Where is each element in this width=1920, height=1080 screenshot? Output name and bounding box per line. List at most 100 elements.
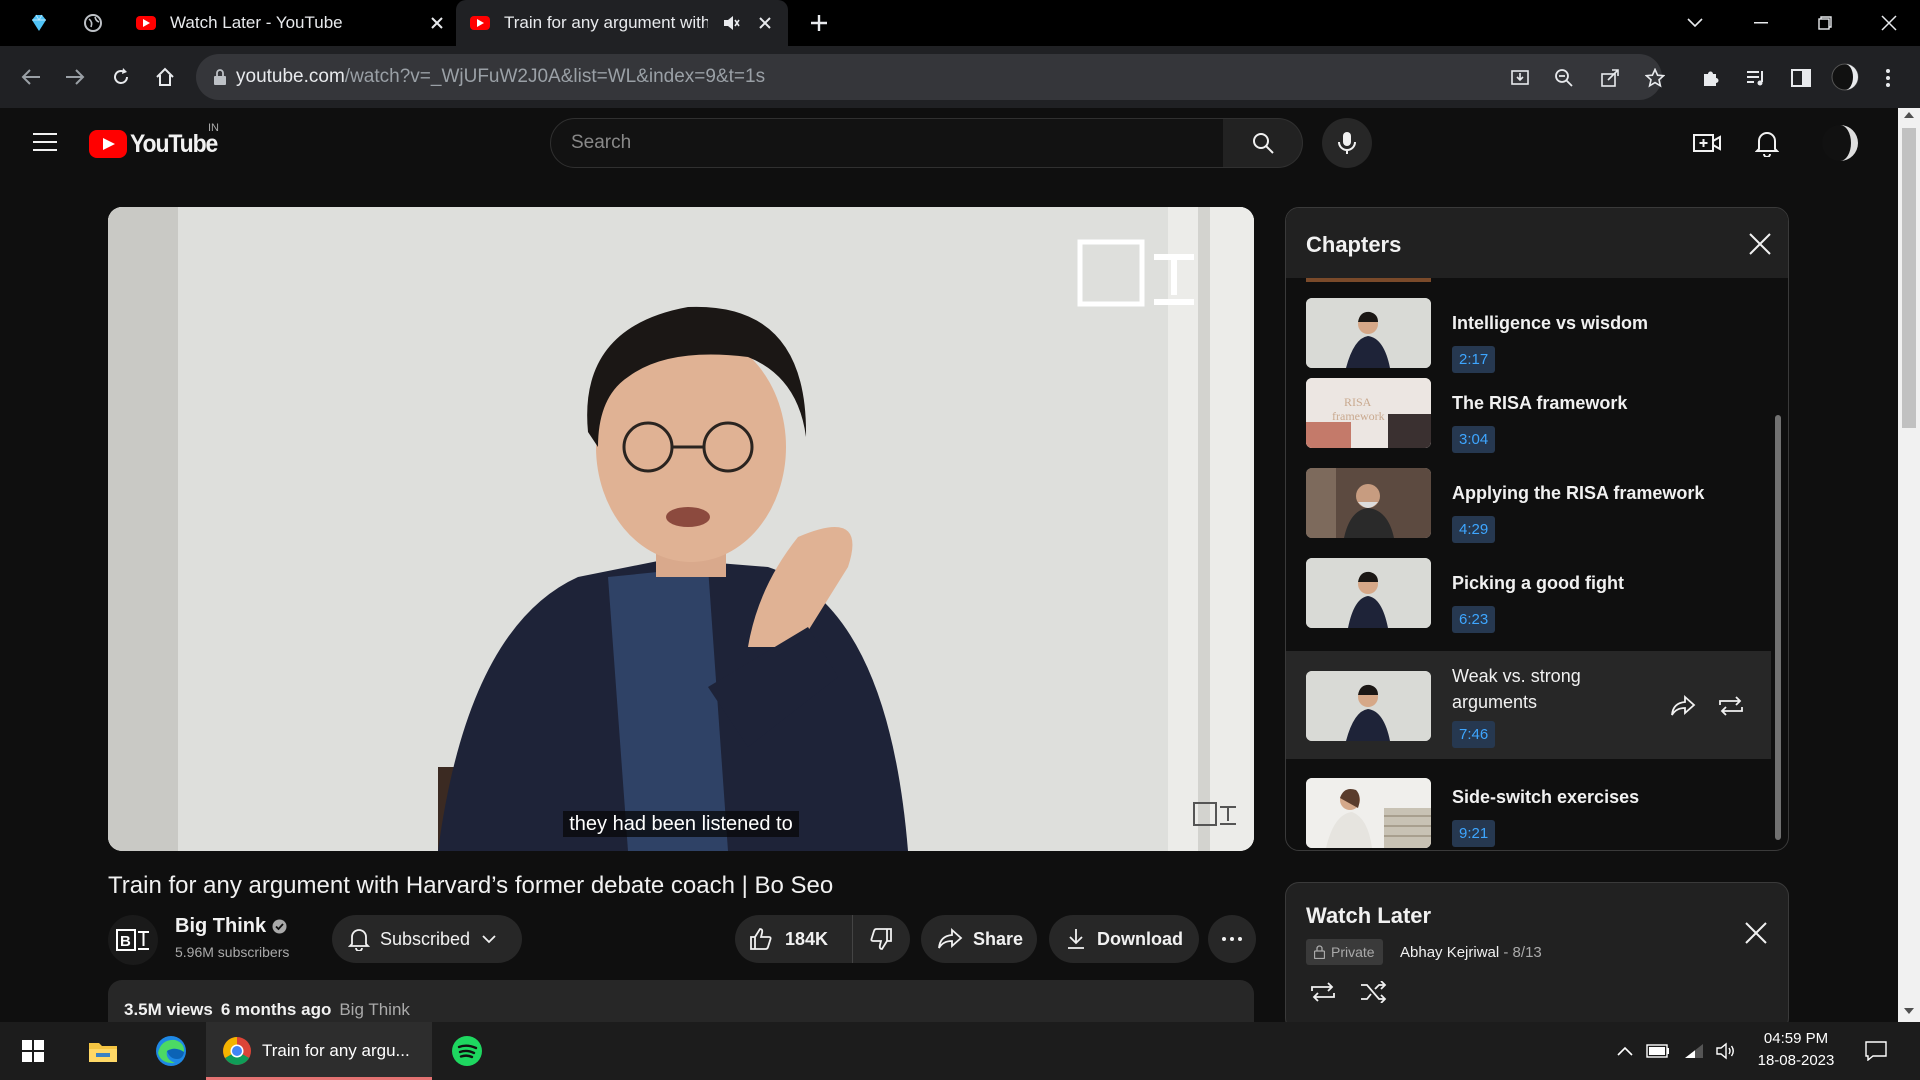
search-box[interactable] (550, 118, 1224, 168)
loop-playlist-icon[interactable] (1306, 977, 1340, 1007)
search-input[interactable] (571, 132, 1171, 154)
edge-taskbar-icon[interactable] (148, 1022, 194, 1080)
side-panel-icon[interactable] (1787, 64, 1815, 92)
chapter-item[interactable]: Side-switch exercises 9:21 (1286, 770, 1771, 850)
close-watch-later-icon[interactable] (1742, 919, 1770, 947)
close-tab-icon[interactable] (754, 12, 776, 34)
wifi-icon[interactable] (1680, 1038, 1708, 1064)
privacy-badge: Private (1306, 939, 1383, 965)
lock-icon[interactable] (212, 68, 228, 86)
verified-check-icon (272, 919, 287, 934)
tab-search-chevron-icon[interactable] (1682, 10, 1708, 36)
globe-tab-icon[interactable] (80, 10, 106, 36)
playlist-owner: Abhay Kejriwal - 8/13 (1400, 944, 1542, 961)
chapter-partial-strip (1306, 278, 1431, 282)
subscribed-button[interactable]: Subscribed (332, 915, 522, 963)
search-button[interactable] (1223, 118, 1303, 168)
close-window-icon[interactable] (1876, 10, 1902, 36)
channel-avatar[interactable]: B (108, 915, 158, 965)
restore-window-icon[interactable] (1812, 10, 1838, 36)
chapter-thumbnail (1306, 468, 1431, 538)
scroll-down-arrow-icon[interactable] (1904, 1008, 1914, 1014)
share-chapter-icon[interactable] (1668, 691, 1698, 721)
chapter-thumbnail: RISA framework (1306, 378, 1431, 448)
chapter-item-active[interactable]: Weak vs. strong arguments 7:46 (1286, 651, 1771, 759)
start-button[interactable] (10, 1022, 56, 1080)
account-avatar[interactable] (1820, 123, 1860, 163)
youtube-favicon-icon (136, 16, 156, 30)
upload-age: 6 months ago (220, 1000, 332, 1019)
browser-menu-icon[interactable] (1874, 64, 1902, 92)
forward-arrow-icon[interactable] (60, 62, 90, 92)
muted-speaker-icon[interactable] (716, 12, 746, 34)
notification-center-icon[interactable] (1860, 1036, 1892, 1066)
chapters-header: Chapters (1286, 208, 1788, 278)
like-dislike-group: 184K (735, 915, 910, 963)
loop-chapter-icon[interactable] (1716, 691, 1746, 721)
subscriber-count: 5.96M subscribers (175, 944, 290, 960)
shuffle-playlist-icon[interactable] (1356, 977, 1390, 1007)
svg-text:B: B (120, 933, 131, 950)
share-page-icon[interactable] (1596, 64, 1624, 92)
chapter-item[interactable]: Intelligence vs wisdom 2:17 (1286, 288, 1771, 378)
voice-search-button[interactable] (1322, 118, 1372, 168)
watch-later-heading[interactable]: Watch Later (1306, 903, 1431, 929)
lock-icon (1314, 945, 1325, 959)
install-app-icon[interactable] (1506, 64, 1534, 92)
description-channel: Big Think (339, 1000, 410, 1019)
chapter-item[interactable]: Picking a good fight 6:23 (1286, 558, 1771, 648)
reload-icon[interactable] (106, 62, 136, 92)
video-player[interactable]: they had been listened to (108, 207, 1254, 851)
back-arrow-icon[interactable] (16, 62, 46, 92)
youtube-favicon-icon (470, 16, 490, 30)
spotify-taskbar-icon[interactable] (444, 1022, 490, 1080)
show-hidden-icons-chevron-icon[interactable] (1614, 1038, 1636, 1064)
address-bar[interactable]: youtube.com/watch?v=_WjUFuW2J0A&list=WL&… (196, 54, 1662, 100)
chapter-item[interactable]: RISA framework The RISA framework 3:04 (1286, 378, 1771, 468)
scrollbar-thumb[interactable] (1902, 128, 1916, 428)
extensions-puzzle-icon[interactable] (1697, 64, 1725, 92)
tab-watch-later[interactable]: Watch Later - YouTube (122, 0, 452, 46)
home-icon[interactable] (150, 62, 180, 92)
download-icon (1067, 928, 1085, 950)
watch-later-panel: Watch Later Private Abhay Kejriwal - 8/1… (1285, 882, 1789, 1032)
zoom-icon[interactable] (1550, 64, 1578, 92)
media-control-icon[interactable] (1742, 64, 1770, 92)
tab-current-video[interactable]: Train for any argument with Harvard's fo… (456, 0, 788, 46)
search-icon (1252, 133, 1274, 154)
close-chapters-icon[interactable] (1746, 230, 1774, 258)
thumbs-down-icon (869, 927, 893, 951)
browser-profile-avatar[interactable] (1830, 62, 1860, 92)
profile-gem-icon[interactable] (26, 10, 52, 36)
url-text: youtube.com/watch?v=_WjUFuW2J0A&list=WL&… (236, 66, 766, 87)
like-button[interactable]: 184K (735, 915, 853, 963)
scroll-up-arrow-icon[interactable] (1904, 112, 1914, 118)
youtube-logo[interactable]: YouTube (89, 128, 225, 160)
notifications-bell-icon[interactable] (1750, 126, 1784, 160)
close-tab-icon[interactable] (426, 12, 448, 34)
battery-icon[interactable] (1644, 1038, 1672, 1064)
svg-text:framework: framework (1332, 409, 1385, 423)
download-button[interactable]: Download (1049, 915, 1199, 963)
taskbar-clock[interactable]: 04:59 PM 18-08-2023 (1748, 1028, 1844, 1072)
chevron-down-icon (482, 934, 496, 944)
more-actions-button[interactable] (1208, 915, 1256, 963)
video-frame-image (108, 207, 1254, 851)
volume-icon[interactable] (1712, 1038, 1740, 1064)
chrome-icon (223, 1037, 251, 1065)
share-button[interactable]: Share (921, 915, 1037, 963)
hamburger-menu-icon[interactable] (28, 127, 62, 157)
create-video-icon[interactable] (1690, 126, 1724, 160)
page-scrollbar[interactable] (1898, 108, 1920, 1022)
file-explorer-taskbar-icon[interactable] (80, 1022, 126, 1080)
chrome-taskbar-button[interactable]: Train for any argu... (206, 1022, 432, 1080)
bookmark-star-icon[interactable] (1641, 64, 1669, 92)
minimize-window-icon[interactable] (1748, 10, 1774, 36)
chapters-heading: Chapters (1306, 232, 1402, 257)
chapter-item[interactable]: Applying the RISA framework 4:29 (1286, 468, 1771, 558)
channel-name[interactable]: Big Think (175, 915, 287, 938)
new-tab-plus-icon[interactable] (806, 10, 832, 36)
windows-logo-icon (22, 1040, 44, 1062)
dislike-button[interactable] (853, 915, 909, 963)
chapters-scrollbar-thumb[interactable] (1775, 415, 1781, 840)
